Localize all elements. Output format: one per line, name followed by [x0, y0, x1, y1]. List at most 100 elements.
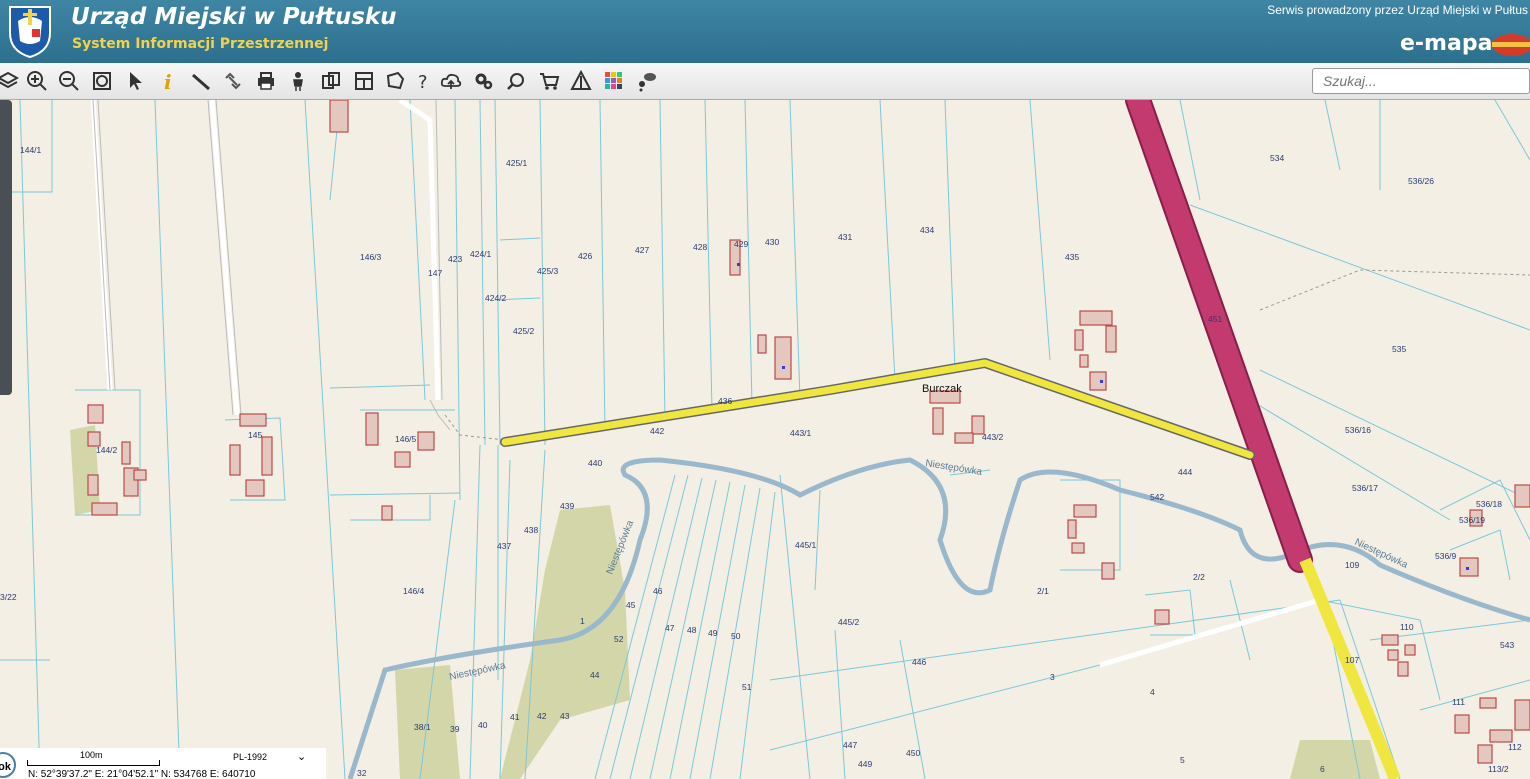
- parcel-label: 536/26: [1408, 176, 1434, 186]
- parcel-label: 423: [448, 254, 462, 264]
- parcel-label: 430: [765, 237, 779, 247]
- parcel-label: 425/1: [506, 158, 528, 168]
- cart-icon[interactable]: [537, 69, 561, 93]
- cursor-coordinates: N: 52°39'37.2" E: 21°04'52.1" N: 534768 …: [28, 769, 256, 779]
- parcel-label: 107: [1345, 655, 1359, 665]
- parcel-label: 1: [580, 616, 585, 626]
- zoom-in-icon[interactable]: [25, 69, 49, 93]
- highlight-road-outline: [500, 358, 1255, 460]
- parcel-label: 146/4: [403, 586, 425, 596]
- parcel-label: 41: [510, 712, 520, 722]
- parcel-label: 534: [1270, 153, 1284, 163]
- parcel-label: 4: [1150, 687, 1155, 697]
- help-icon[interactable]: ?: [412, 69, 436, 93]
- link-icon[interactable]: [221, 69, 245, 93]
- parcel-label: 44: [590, 670, 600, 680]
- search-input[interactable]: [1312, 68, 1530, 94]
- parcel-label: 51: [742, 682, 752, 692]
- parcel-label: 424/1: [470, 249, 492, 259]
- green-area: [1290, 740, 1380, 779]
- parcel-label: 445/1: [795, 540, 817, 550]
- layout-icon[interactable]: [352, 69, 376, 93]
- parcel-label: 146/5: [395, 434, 417, 444]
- parcel-label: 50: [731, 631, 741, 641]
- parcel-label: 32: [357, 768, 367, 778]
- app-header: Urząd Miejski w Pułtusku System Informac…: [0, 0, 1530, 63]
- parcel-label: 450: [906, 748, 920, 758]
- parcel-label: 427: [635, 245, 649, 255]
- parcel-label: 438: [524, 525, 538, 535]
- parcel-label: 445/2: [838, 617, 860, 627]
- cloud-upload-icon[interactable]: [439, 69, 463, 93]
- layers-icon[interactable]: [0, 69, 20, 93]
- address-points: [737, 263, 1469, 570]
- parcel-label: 536/17: [1352, 483, 1378, 493]
- parcel-label: 436: [718, 396, 732, 406]
- green-area: [500, 505, 630, 779]
- parcel-label: 52: [614, 634, 624, 644]
- left-side-panel[interactable]: [0, 100, 12, 395]
- parcel-label: 145: [248, 430, 262, 440]
- settings-icon[interactable]: [472, 69, 496, 93]
- select-arrow-icon[interactable]: [124, 69, 148, 93]
- parcel-label: 536/19: [1459, 515, 1485, 525]
- compare-icon[interactable]: [319, 69, 343, 93]
- chevron-down-icon[interactable]: ⌄: [297, 750, 306, 763]
- parcel-label: 144/2: [96, 445, 118, 455]
- parcel-label: 3/22: [0, 592, 17, 602]
- parcel-label: 437: [497, 541, 511, 551]
- parcel-label: 40: [478, 720, 488, 730]
- parcel-label: 440: [588, 458, 602, 468]
- zoom-out-icon[interactable]: [57, 69, 81, 93]
- parcel-label: 543: [1500, 640, 1514, 650]
- streetview-icon[interactable]: [286, 69, 310, 93]
- parcel-label: 425/3: [537, 266, 559, 276]
- parcel-label: 5: [1180, 755, 1185, 765]
- zoom-extent-icon[interactable]: [90, 69, 114, 93]
- parcel-label: 536/16: [1345, 425, 1371, 435]
- parcel-label: 113/2: [1488, 764, 1509, 774]
- parcel-label: 439: [560, 501, 574, 511]
- parcel-label: 45: [626, 600, 636, 610]
- info-icon[interactable]: i: [156, 69, 180, 93]
- parcel-label: 424/2: [485, 293, 507, 303]
- chat-icon[interactable]: [635, 69, 659, 93]
- scale-line: [27, 760, 160, 766]
- parcel-label: 426: [578, 251, 592, 261]
- parcel-label: 449: [858, 759, 872, 769]
- parcel-label: 3: [1050, 672, 1055, 682]
- parcel-label-layer: 144/1146/3 423 424/1425/1425/3426427 428 429…: [0, 145, 1522, 778]
- measure-icon[interactable]: [189, 69, 213, 93]
- parcel-label: 112: [1508, 742, 1522, 752]
- print-icon[interactable]: [254, 69, 278, 93]
- crs-select[interactable]: PL-1992: [233, 752, 267, 762]
- scale-label: 100m: [80, 750, 103, 760]
- service-provider-text: Serwis prowadzony przez Urząd Miejski w …: [1267, 3, 1528, 17]
- parcel-label: 42: [537, 711, 547, 721]
- brand-logo-icon: [1492, 34, 1530, 56]
- parcel-label: 6: [1320, 764, 1325, 774]
- parcel-label: 111: [1452, 697, 1465, 707]
- area-icon[interactable]: [383, 69, 407, 93]
- parcel-label: 431: [838, 232, 852, 242]
- parcel-label: 110: [1400, 622, 1414, 632]
- parcel-label: 443/2: [982, 432, 1004, 442]
- parcel-label: 443/1: [790, 428, 812, 438]
- parcel-label: 38/1: [414, 722, 431, 732]
- parcel-label: 442: [650, 426, 664, 436]
- parcel-label: 429: [734, 239, 748, 249]
- parcel-label: 434: [920, 225, 934, 235]
- parcel-label: 48: [687, 625, 697, 635]
- search-map-icon[interactable]: [504, 69, 528, 93]
- color-grid-icon[interactable]: [602, 69, 626, 93]
- brand-name: e-mapa: [1400, 31, 1493, 56]
- parcel-label: 2/1: [1037, 586, 1049, 596]
- parcel-label: 39: [450, 724, 460, 734]
- parcel-label: 446: [912, 657, 926, 667]
- map-canvas[interactable]: 144/1146/3 423 424/1425/1425/3426427 428 429…: [0, 100, 1530, 779]
- parcel-label: 47: [665, 623, 675, 633]
- parcel-label: 147: [428, 268, 442, 278]
- warning-icon[interactable]: [569, 69, 593, 93]
- parcel-label: 451: [1208, 314, 1222, 324]
- main-road[interactable]: [1127, 100, 1311, 571]
